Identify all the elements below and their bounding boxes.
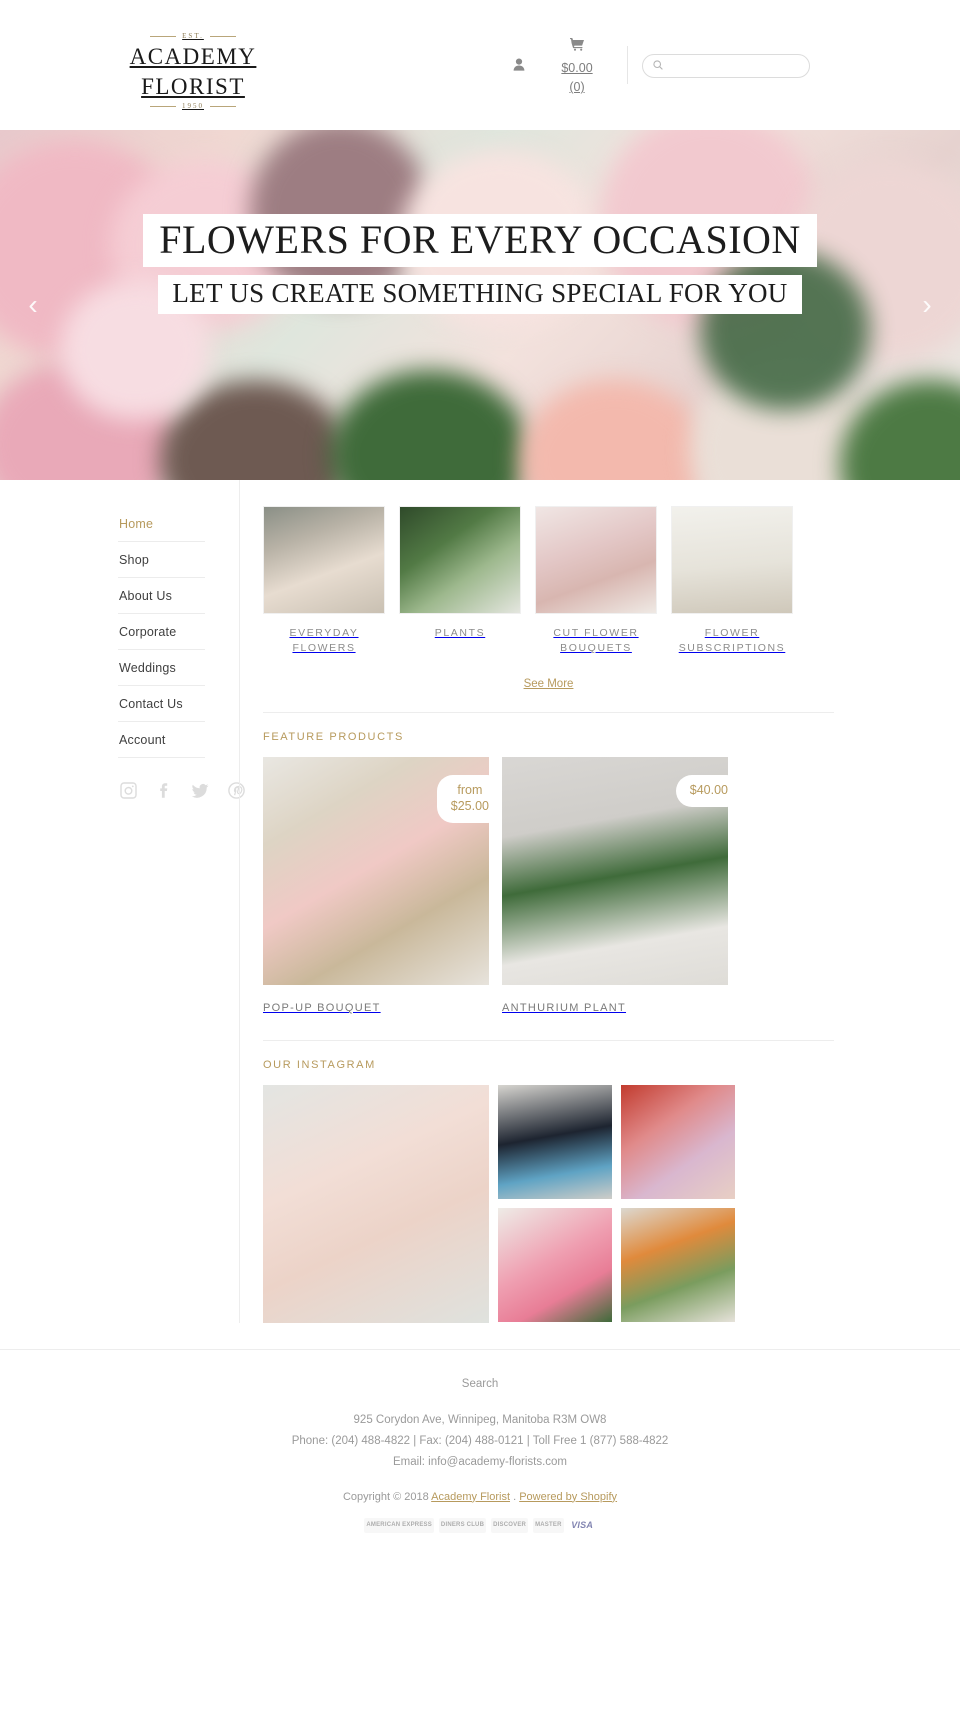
footer-email-line: Email: info@academy-florists.com [393, 1456, 567, 1469]
cart-count: (0) [569, 80, 585, 95]
price-value-anthurium-plant: $40.00 [689, 783, 728, 798]
footer-search-link[interactable]: Search [0, 1374, 960, 1395]
cart-button[interactable]: $0.00 (0) [541, 36, 613, 97]
instagram-row-2 [498, 1208, 735, 1323]
search-icon [653, 59, 663, 73]
instagram-row-1 [498, 1085, 735, 1200]
sidebar-item-home[interactable]: Home [118, 506, 205, 542]
section-divider-1 [263, 712, 834, 714]
logo-rule-right-2 [210, 105, 236, 107]
hero-slider: FLOWERS FOR EVERY OCCASION LET US CREATE… [0, 130, 960, 480]
header-utilities: $0.00 (0) [497, 36, 810, 97]
cart-amount: $0.00 [561, 60, 593, 75]
instagram-column [498, 1085, 735, 1323]
carousel-next-arrow[interactable]: › [912, 289, 942, 321]
site-header: EST. ACADEMY FLORIST 1950 $0.00 (0) [0, 0, 960, 130]
product-name-pop-up-bouquet: POP-UP BOUQUET [263, 1002, 381, 1015]
hero-subtitle: LET US CREATE SOMETHING SPECIAL FOR YOU [158, 275, 802, 314]
content-area: Home Shop About Us Corporate Weddings Co… [0, 480, 960, 1324]
site-footer: Search 925 Corydon Ave, Winnipeg, Manito… [0, 1349, 960, 1550]
social-links [118, 758, 245, 799]
sidebar-item-about-us[interactable]: About Us [118, 578, 205, 614]
category-tiles: EVERYDAY FLOWERS PLANTS CUT FLOWER BOUQU… [263, 506, 834, 656]
footer-address: 925 Corydon Ave, Winnipeg, Manitoba R3M … [353, 1413, 607, 1426]
copyright-separator: . [513, 1490, 517, 1503]
category-label-plants: PLANTS [434, 627, 486, 639]
sidebar-item-weddings[interactable]: Weddings [118, 650, 205, 686]
payment-icon-diners-club: DINERS CLUB [438, 1517, 487, 1533]
search-box[interactable] [642, 54, 810, 78]
footer-phone-line: Phone: (204) 488-4822 | Fax: (204) 488-0… [291, 1434, 669, 1447]
category-tile-plants[interactable]: PLANTS [399, 506, 521, 656]
footer-copyright: Copyright © 2018 Academy Florist . Power… [0, 1487, 960, 1507]
facebook-icon[interactable] [156, 782, 173, 799]
site-logo[interactable]: EST. ACADEMY FLORIST 1950 [118, 32, 268, 110]
logo-name-line2: FLORIST [141, 74, 245, 100]
twitter-icon[interactable] [192, 782, 209, 799]
payment-icon-discover: DISCOVER [491, 1517, 529, 1533]
product-price-badge-pop-up-bouquet: from $25.00 [436, 775, 489, 823]
sidebar-nav: Home Shop About Us Corporate Weddings Co… [0, 480, 245, 1323]
product-price-badge-anthurium-plant: $40.00 [675, 775, 728, 808]
instagram-title: OUR INSTAGRAM [263, 1059, 376, 1072]
product-card-pop-up-bouquet[interactable]: from $25.00 POP-UP BOUQUET [263, 757, 489, 1014]
page-root: EST. ACADEMY FLORIST 1950 $0.00 (0) FLOW… [0, 0, 960, 1709]
category-label-cut-flower-bouquets: CUT FLOWER BOUQUETS [553, 627, 639, 655]
category-image-everyday-flowers [263, 506, 385, 614]
logo-year-text: 1950 [182, 102, 204, 111]
powered-by-shopify-link[interactable]: Powered by Shopify [519, 1491, 617, 1503]
see-more-row: See More [263, 674, 834, 692]
see-more-link[interactable]: See More [524, 678, 574, 690]
hero-text-block: FLOWERS FOR EVERY OCCASION LET US CREATE… [0, 214, 960, 314]
category-label-everyday-flowers: EVERYDAY FLOWERS [289, 627, 359, 655]
sidebar-item-shop[interactable]: Shop [118, 542, 205, 578]
category-label-flower-subscriptions: FLOWER SUBSCRIPTIONS [678, 627, 786, 655]
logo-rule-left-2 [150, 105, 176, 107]
instagram-post-1[interactable] [498, 1085, 612, 1200]
instagram-grid [263, 1085, 834, 1324]
price-prefix-pop-up-bouquet: from [457, 783, 483, 798]
logo-rule-left [150, 35, 177, 37]
category-image-plants [399, 506, 521, 614]
copyright-store-link[interactable]: Academy Florist [431, 1491, 510, 1503]
price-value-pop-up-bouquet: $25.00 [450, 799, 489, 814]
payment-icons: AMERICAN EXPRESS DINERS CLUB DISCOVER MA… [0, 1517, 960, 1533]
carousel-prev-arrow[interactable]: ‹ [18, 289, 48, 321]
category-tile-flower-subscriptions[interactable]: FLOWER SUBSCRIPTIONS [671, 506, 793, 656]
payment-icon-visa: VISA [568, 1517, 596, 1533]
category-tile-cut-flower-bouquets[interactable]: CUT FLOWER BOUQUETS [535, 506, 657, 656]
sidebar-item-account[interactable]: Account [118, 722, 205, 758]
hero-title: FLOWERS FOR EVERY OCCASION [143, 214, 817, 268]
feature-products-list: from $25.00 POP-UP BOUQUET $40.00 ANTHUR… [263, 757, 834, 1014]
payment-icon-american-express: AMERICAN EXPRESS [364, 1517, 434, 1533]
logo-rule-right [209, 35, 236, 37]
instagram-icon[interactable] [120, 782, 137, 799]
instagram-post-2[interactable] [621, 1085, 735, 1200]
logo-bottom-rule: 1950 [118, 102, 268, 110]
payment-icon-master: MASTER [533, 1517, 564, 1533]
category-tile-everyday-flowers[interactable]: EVERYDAY FLOWERS [263, 506, 385, 656]
sidebar-item-corporate[interactable]: Corporate [118, 614, 205, 650]
category-image-cut-flower-bouquets [535, 506, 657, 614]
product-name-anthurium-plant: ANTHURIUM PLANT [502, 1002, 627, 1015]
product-image-pop-up-bouquet: from $25.00 [263, 757, 489, 986]
logo-est-text: EST. [182, 32, 204, 40]
instagram-post-large[interactable] [263, 1085, 489, 1324]
product-image-anthurium-plant: $40.00 [502, 757, 728, 986]
section-divider-2 [263, 1040, 834, 1042]
search-input[interactable] [668, 60, 799, 72]
sidebar-item-contact-us[interactable]: Contact Us [118, 686, 205, 722]
category-image-flower-subscriptions [671, 506, 793, 614]
instagram-post-4[interactable] [621, 1208, 735, 1323]
header-divider [627, 46, 628, 84]
main-content: EVERYDAY FLOWERS PLANTS CUT FLOWER BOUQU… [239, 480, 834, 1324]
feature-products-title: FEATURE PRODUCTS [263, 731, 404, 744]
user-icon[interactable] [497, 36, 541, 76]
logo-name-line1: ACADEMY [129, 44, 257, 69]
logo-top-rule: EST. [118, 32, 268, 40]
cart-icon [541, 36, 613, 58]
product-card-anthurium-plant[interactable]: $40.00 ANTHURIUM PLANT [502, 757, 728, 1014]
instagram-post-3[interactable] [498, 1208, 612, 1323]
copyright-prefix: Copyright © 2018 [342, 1490, 429, 1503]
